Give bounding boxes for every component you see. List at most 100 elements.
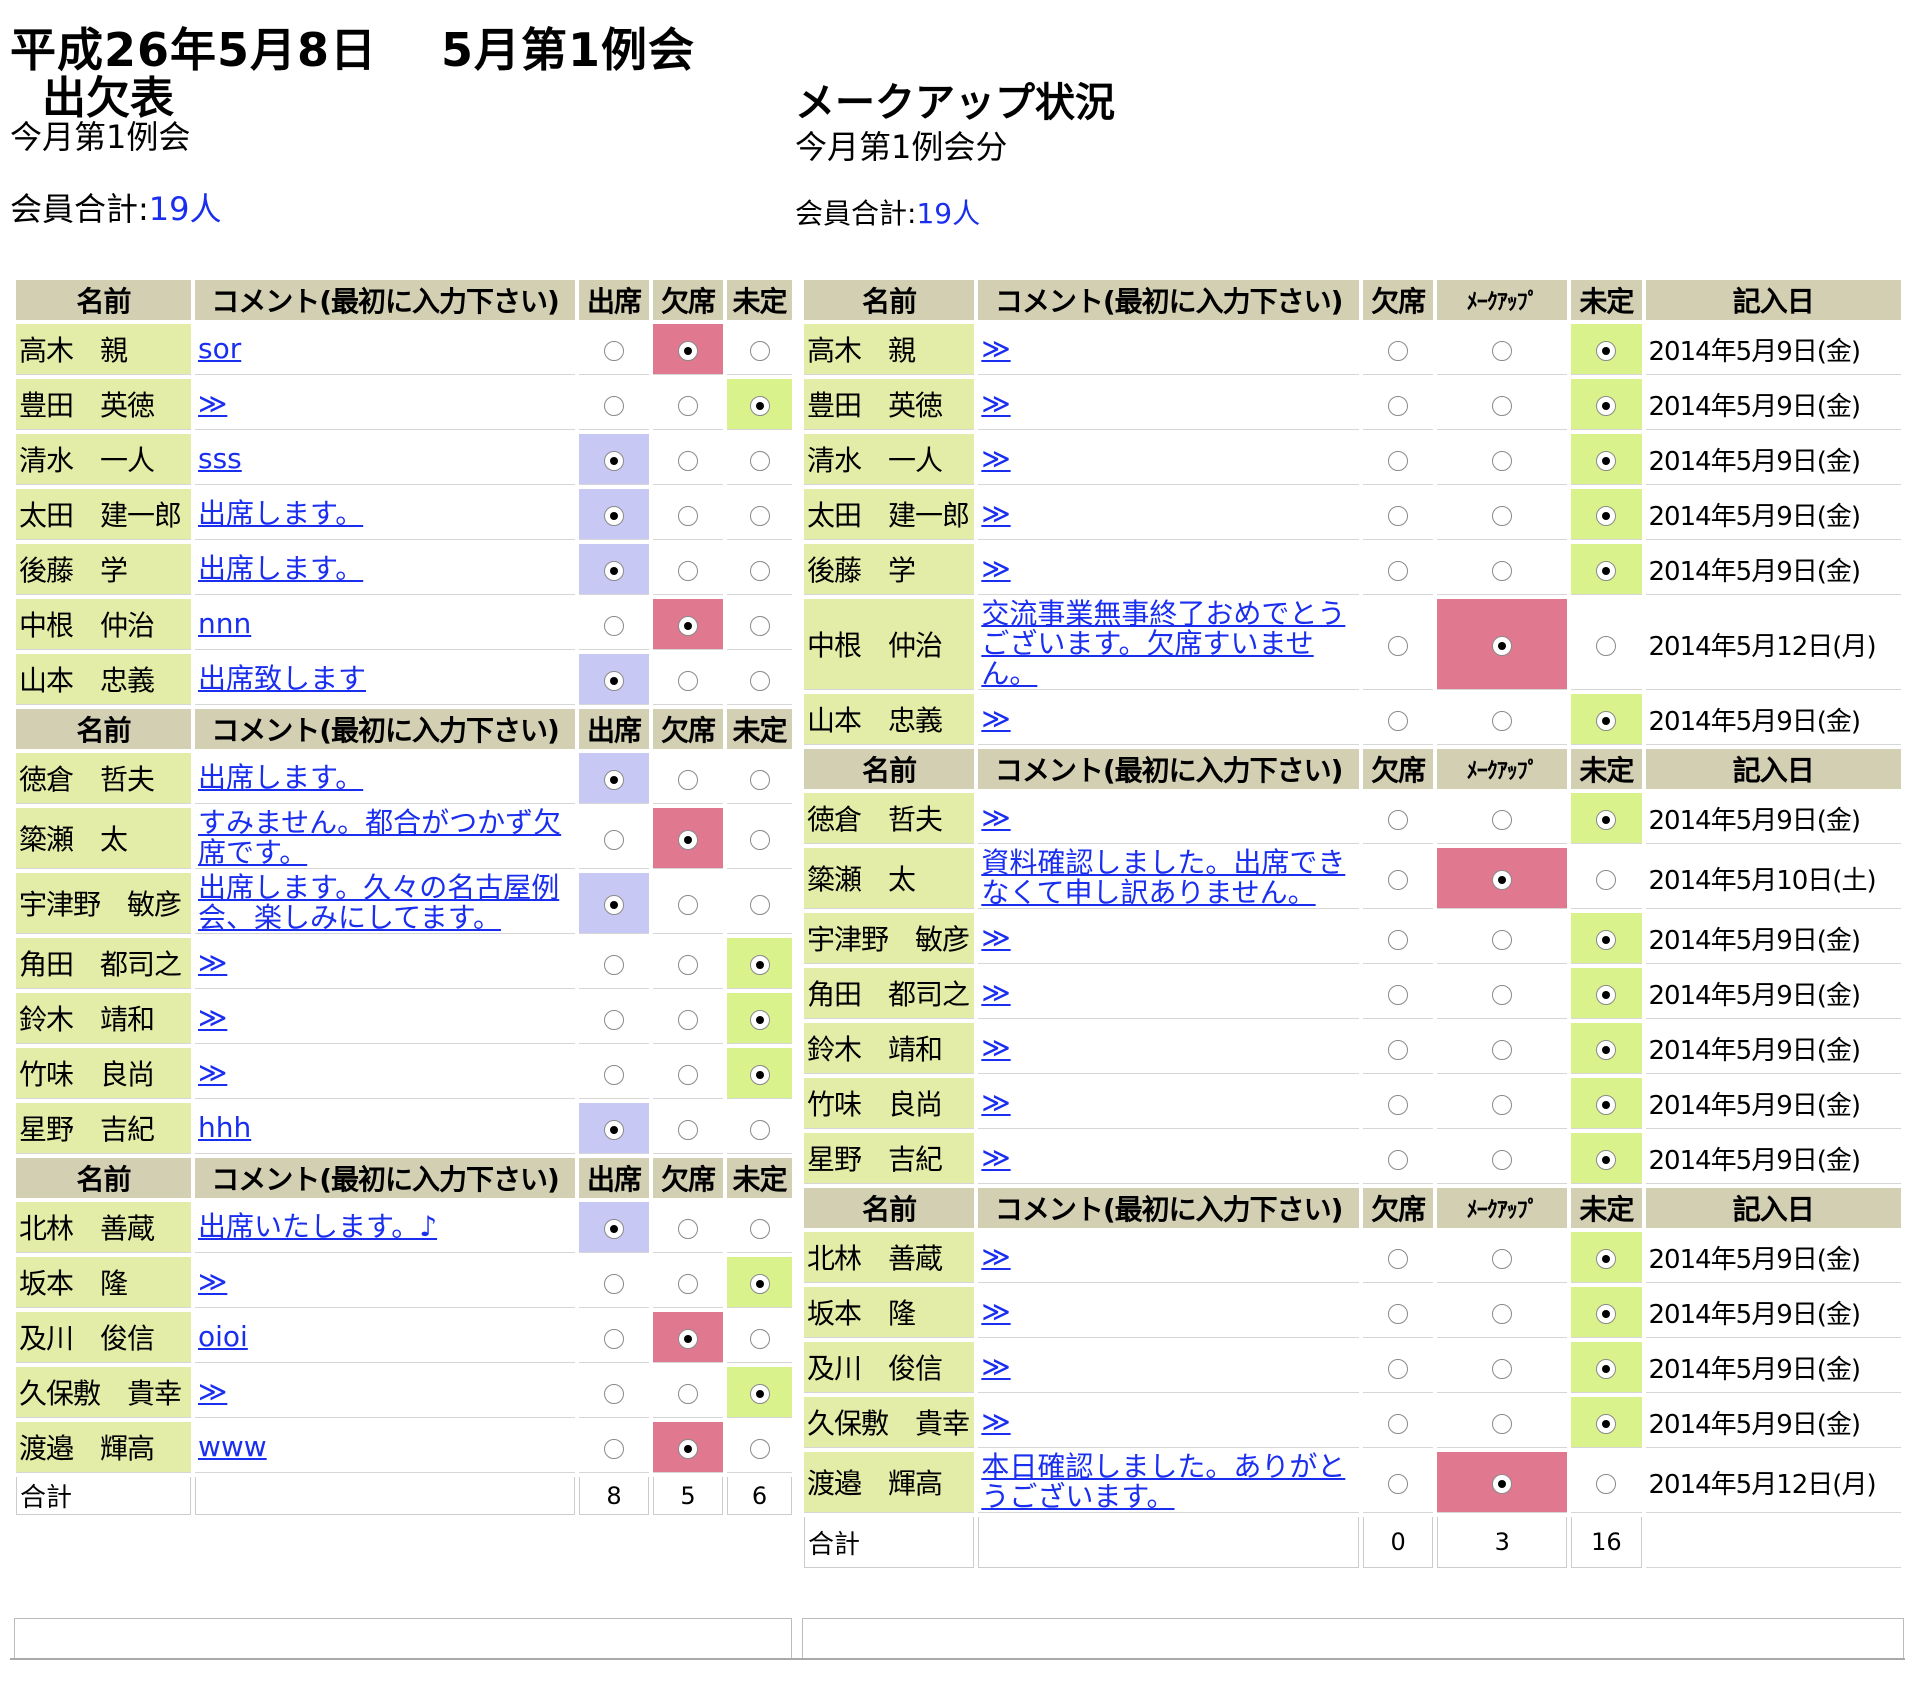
absent-radio[interactable] <box>1388 1358 1409 1379</box>
attend-radio[interactable] <box>604 1438 624 1459</box>
comment-link[interactable]: www <box>198 1432 572 1462</box>
attend-radio[interactable] <box>604 505 624 526</box>
comment-link[interactable]: ≫ <box>981 803 1356 833</box>
comment-link[interactable]: ≫ <box>981 554 1356 584</box>
undecided-radio[interactable] <box>749 1438 770 1459</box>
absent-radio[interactable] <box>678 670 698 691</box>
absent-radio[interactable] <box>678 1273 698 1294</box>
attend-radio[interactable] <box>604 450 624 471</box>
absent-radio[interactable] <box>678 1328 698 1349</box>
undecided-radio[interactable] <box>1596 869 1617 890</box>
attend-radio[interactable] <box>604 954 624 975</box>
comment-link[interactable]: ≫ <box>981 1033 1356 1063</box>
absent-radio[interactable] <box>678 450 698 471</box>
absent-radio[interactable] <box>1388 984 1409 1005</box>
comment-link[interactable]: ≫ <box>198 948 572 978</box>
makeup-radio[interactable] <box>1492 450 1513 471</box>
comment-link[interactable]: ≫ <box>981 1143 1356 1173</box>
makeup-radio[interactable] <box>1492 560 1513 581</box>
comment-link[interactable]: ≫ <box>198 1377 572 1407</box>
comment-link[interactable]: sss <box>198 444 572 474</box>
comment-link[interactable]: 本日確認しました。ありがとうございます。 <box>981 1452 1356 1512</box>
absent-radio[interactable] <box>678 1438 698 1459</box>
makeup-radio[interactable] <box>1492 809 1513 830</box>
attend-radio[interactable] <box>604 560 624 581</box>
undecided-radio[interactable] <box>749 1218 770 1239</box>
undecided-radio[interactable] <box>749 670 770 691</box>
comment-link[interactable]: 出席します。 <box>198 763 572 793</box>
absent-radio[interactable] <box>1388 1413 1409 1434</box>
comment-link[interactable]: 出席致します <box>198 664 572 694</box>
comment-link[interactable]: ≫ <box>981 1297 1356 1327</box>
absent-radio[interactable] <box>1388 505 1409 526</box>
undecided-radio[interactable] <box>749 1383 770 1404</box>
undecided-radio[interactable] <box>749 1119 770 1140</box>
makeup-radio[interactable] <box>1492 1473 1513 1494</box>
undecided-radio[interactable] <box>1596 809 1617 830</box>
absent-radio[interactable] <box>1388 450 1409 471</box>
undecided-radio[interactable] <box>1596 1358 1617 1379</box>
comment-link[interactable]: ≫ <box>981 389 1356 419</box>
attend-radio[interactable] <box>604 769 624 790</box>
comment-link[interactable]: ≫ <box>198 1058 572 1088</box>
absent-radio[interactable] <box>1388 1094 1409 1115</box>
attend-radio[interactable] <box>604 1009 624 1030</box>
undecided-radio[interactable] <box>1596 1149 1617 1170</box>
comment-link[interactable]: ≫ <box>981 499 1356 529</box>
absent-radio[interactable] <box>1388 635 1409 656</box>
comment-link[interactable]: ≫ <box>981 978 1356 1008</box>
absent-radio[interactable] <box>678 894 698 915</box>
undecided-radio[interactable] <box>1596 450 1617 471</box>
comment-link[interactable]: 出席いたします。♪ <box>198 1212 572 1242</box>
makeup-radio[interactable] <box>1492 505 1513 526</box>
attend-radio[interactable] <box>604 1328 624 1349</box>
undecided-radio[interactable] <box>1596 984 1617 1005</box>
undecided-radio[interactable] <box>1596 635 1617 656</box>
attend-radio[interactable] <box>604 894 624 915</box>
undecided-radio[interactable] <box>749 395 770 416</box>
comment-link[interactable]: ≫ <box>198 389 572 419</box>
absent-radio[interactable] <box>1388 710 1409 731</box>
makeup-radio[interactable] <box>1492 1303 1513 1324</box>
comment-link[interactable]: ≫ <box>981 334 1356 364</box>
undecided-radio[interactable] <box>1596 1248 1617 1269</box>
comment-link[interactable]: hhh <box>198 1113 572 1143</box>
undecided-radio[interactable] <box>1596 1303 1617 1324</box>
absent-radio[interactable] <box>678 560 698 581</box>
absent-radio[interactable] <box>1388 1303 1409 1324</box>
attend-radio[interactable] <box>604 340 624 361</box>
undecided-radio[interactable] <box>1596 1094 1617 1115</box>
comment-link[interactable]: ≫ <box>981 444 1356 474</box>
undecided-radio[interactable] <box>749 1273 770 1294</box>
comment-link[interactable]: ≫ <box>981 1352 1356 1382</box>
attend-radio[interactable] <box>604 1119 624 1140</box>
absent-radio[interactable] <box>1388 929 1409 950</box>
attend-radio[interactable] <box>604 1383 624 1404</box>
absent-radio[interactable] <box>1388 395 1409 416</box>
undecided-radio[interactable] <box>749 1064 770 1085</box>
makeup-radio[interactable] <box>1492 1039 1513 1060</box>
undecided-radio[interactable] <box>1596 1473 1617 1494</box>
absent-radio[interactable] <box>678 1009 698 1030</box>
absent-radio[interactable] <box>1388 1248 1409 1269</box>
makeup-radio[interactable] <box>1492 1358 1513 1379</box>
attend-radio[interactable] <box>604 1218 624 1239</box>
comment-link[interactable]: 資料確認しました。出席できなくて申し訳ありません。 <box>981 848 1356 908</box>
undecided-radio[interactable] <box>1596 710 1617 731</box>
attend-radio[interactable] <box>604 1273 624 1294</box>
absent-radio[interactable] <box>678 395 698 416</box>
undecided-radio[interactable] <box>749 615 770 636</box>
comment-link[interactable]: すみません。都合がつかず欠席です。 <box>198 808 572 868</box>
comment-link[interactable]: oioi <box>198 1322 572 1352</box>
undecided-radio[interactable] <box>749 1009 770 1030</box>
attend-radio[interactable] <box>604 1064 624 1085</box>
attend-radio[interactable] <box>604 829 624 850</box>
comment-link[interactable]: 出席します。 <box>198 554 572 584</box>
comment-link[interactable]: ≫ <box>981 1088 1356 1118</box>
absent-radio[interactable] <box>678 954 698 975</box>
undecided-radio[interactable] <box>1596 560 1617 581</box>
undecided-radio[interactable] <box>749 829 770 850</box>
comment-link[interactable]: ≫ <box>981 1407 1356 1437</box>
comment-link[interactable]: nnn <box>198 609 572 639</box>
makeup-radio[interactable] <box>1492 1094 1513 1115</box>
